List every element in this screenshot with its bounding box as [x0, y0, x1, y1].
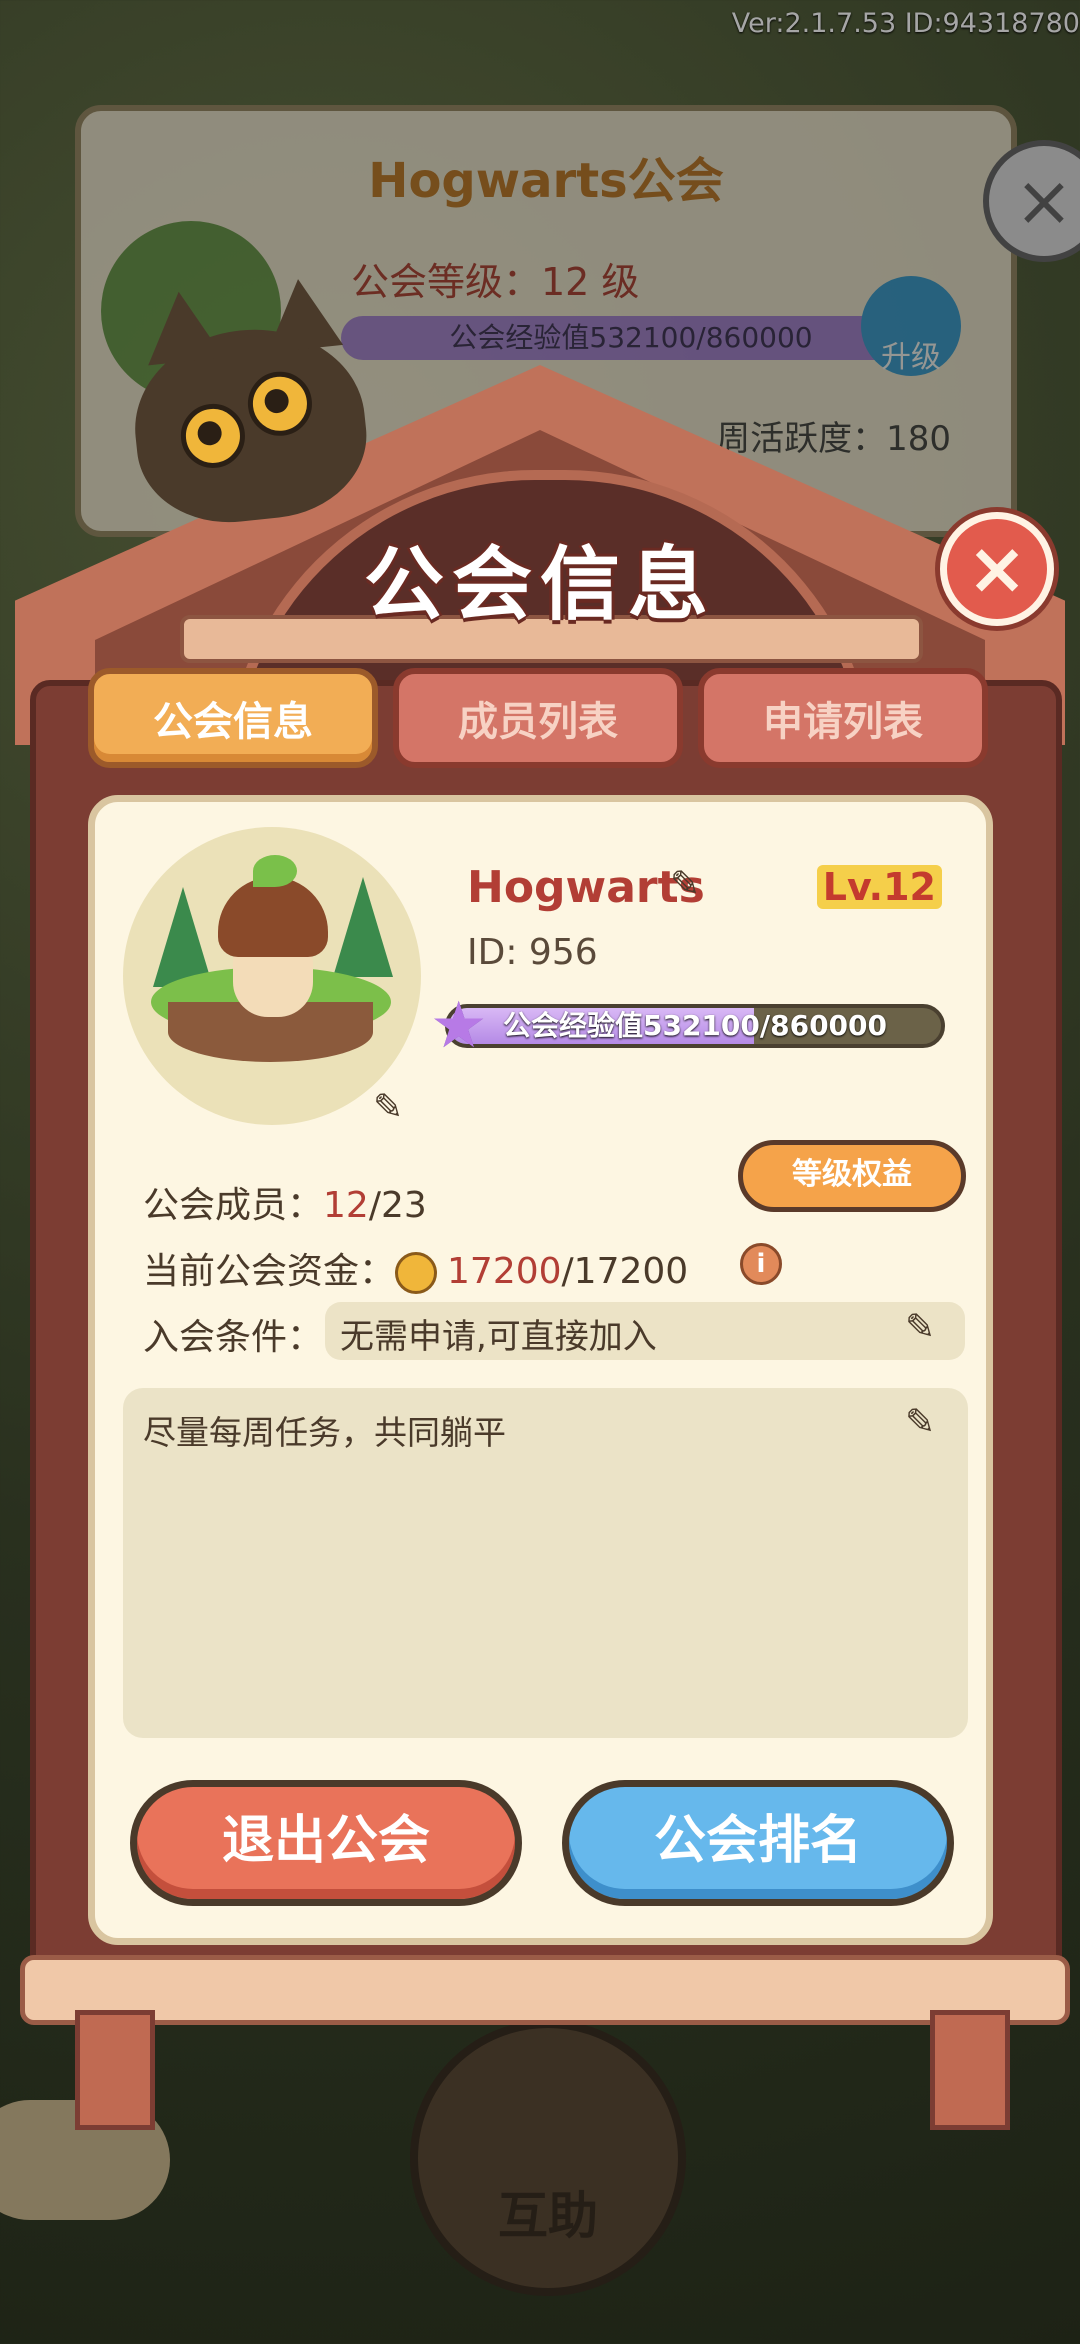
info-icon[interactable]: i — [740, 1243, 782, 1285]
coin-icon — [395, 1252, 438, 1294]
cat-ear-right — [260, 275, 344, 353]
edit-name-icon[interactable]: ✎ — [670, 864, 700, 905]
tree-icon — [333, 877, 393, 977]
cat-ear-left — [140, 287, 224, 366]
funds-max: /17200 — [561, 1251, 689, 1292]
members-row: 公会成员：12/23 — [143, 1176, 427, 1228]
guild-avatar[interactable] — [123, 827, 421, 1125]
funds-label: 当前公会资金： — [143, 1251, 396, 1292]
members-label: 公会成员： — [143, 1185, 324, 1226]
leaf-icon — [253, 855, 297, 887]
cabinet-base — [20, 1955, 1070, 2025]
guild-ranking-button[interactable]: 公会排名 — [562, 1780, 954, 1906]
cat-eye-right — [244, 368, 316, 439]
members-max: /23 — [368, 1185, 427, 1226]
mushroom-cap — [218, 877, 328, 957]
tab-application-list[interactable]: 申请列表 — [698, 668, 988, 768]
funds-current: 17200 — [447, 1251, 562, 1292]
funds-row: 当前公会资金： 17200/17200 — [143, 1242, 688, 1294]
tab-guild-info[interactable]: 公会信息 — [88, 668, 378, 768]
exp-text: 公会经验值532100/860000 — [502, 1009, 888, 1042]
level-badge: Lv.12 — [816, 865, 942, 909]
leave-guild-button[interactable]: 退出公会 — [130, 1780, 522, 1906]
dialog-title: 公会信息 — [364, 538, 716, 631]
members-current: 12 — [323, 1185, 369, 1226]
cabinet-leg-right — [930, 2010, 1010, 2130]
join-condition-label: 入会条件： — [143, 1317, 324, 1358]
tab-member-list[interactable]: 成员列表 — [393, 668, 683, 768]
guild-notice-text: 尽量每周任务，共同躺平 — [143, 1413, 506, 1452]
level-perks-button[interactable]: 等级权益 — [738, 1140, 966, 1212]
edit-notice-icon[interactable]: ✎ — [905, 1402, 935, 1443]
edit-avatar-icon[interactable]: ✎ — [373, 1087, 403, 1128]
guild-info-panel: ✎ Hogwarts ✎ Lv.12 ID: 956 公会经验值532100/8… — [88, 795, 993, 1945]
guild-id: ID: 956 — [467, 932, 598, 973]
join-condition-value: 无需申请,可直接加入 — [340, 1317, 657, 1357]
star-icon: ★ — [430, 989, 488, 1063]
cat-eye-left — [177, 400, 249, 472]
cabinet-leg-left — [75, 2010, 155, 2130]
close-icon[interactable]: × — [940, 512, 1054, 626]
exp-bar: 公会经验值532100/860000 — [445, 1004, 945, 1048]
edit-join-condition-icon[interactable]: ✎ — [905, 1307, 935, 1348]
